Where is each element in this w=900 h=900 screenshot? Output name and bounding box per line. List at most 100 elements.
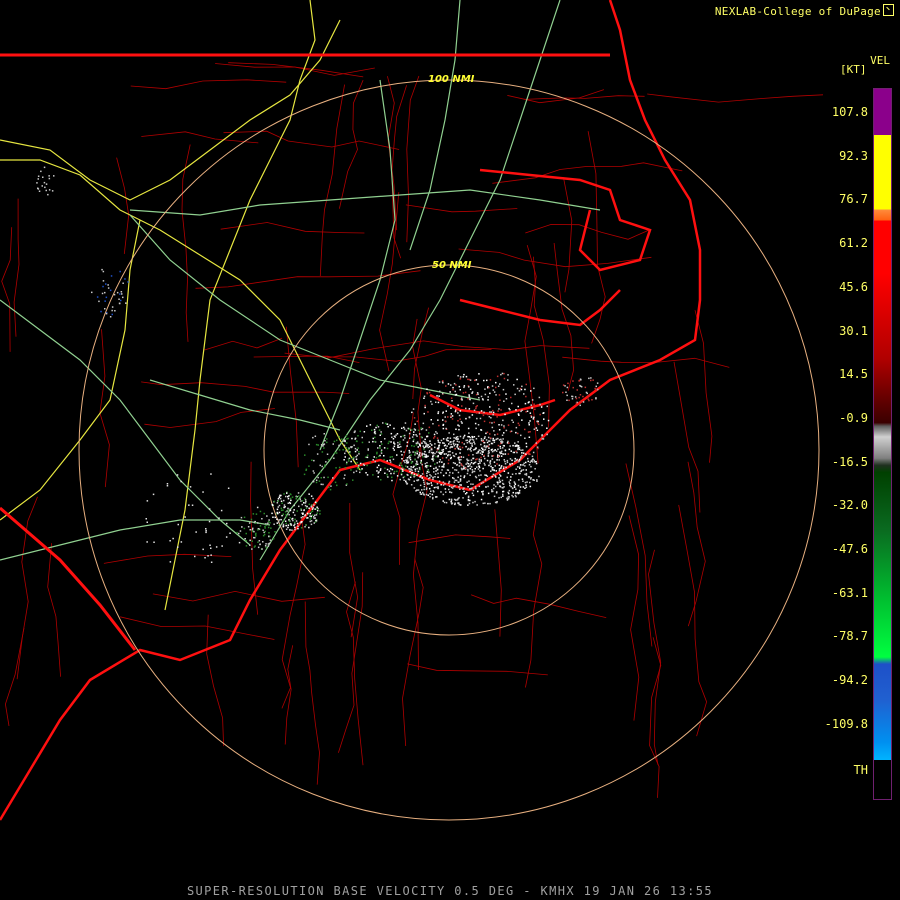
echo-pixel: [319, 464, 321, 467]
echo-pixel: [420, 428, 423, 431]
echo-pixel: [515, 431, 517, 434]
echo-pixel: [507, 453, 510, 455]
echo-pixel: [491, 458, 494, 460]
county-line: [220, 222, 365, 234]
scale-label: 61.2: [839, 236, 868, 251]
echo-pixel: [448, 432, 450, 434]
echo-pixel: [294, 514, 296, 516]
echo-pixel: [590, 379, 592, 382]
echo-pixel: [483, 379, 485, 382]
radar-echoes: [36, 166, 599, 563]
echo-pixel: [508, 492, 510, 495]
echo-pixel: [446, 469, 449, 471]
echo-pixel: [542, 438, 545, 440]
echo-pixel: [451, 415, 454, 417]
echo-pixel: [413, 451, 416, 453]
echo-pixel: [245, 532, 247, 535]
echo-pixel: [494, 465, 496, 467]
county-line: [215, 63, 375, 76]
echo-pixel: [497, 454, 499, 456]
echo-pixel: [404, 437, 406, 439]
echo-pixel: [435, 496, 437, 498]
echo-pixel: [582, 395, 584, 398]
echo-pixel: [294, 526, 296, 529]
echo-pixel: [387, 442, 390, 445]
echo-pixel: [496, 463, 498, 465]
echo-pixel: [423, 446, 425, 449]
echo-pixel: [102, 270, 105, 273]
echo-pixel: [386, 473, 388, 476]
echo-pixel: [374, 436, 376, 439]
echo-pixel: [469, 463, 471, 465]
echo-pixel: [487, 436, 490, 439]
echo-pixel: [346, 442, 348, 444]
echo-pixel: [396, 475, 399, 477]
echo-pixel: [446, 445, 448, 447]
echo-pixel: [191, 504, 194, 506]
echo-pixel: [525, 383, 527, 386]
echo-pixel: [287, 524, 290, 526]
echo-pixel: [290, 523, 292, 525]
echo-pixel: [489, 411, 491, 413]
echo-pixel: [111, 309, 113, 312]
echo-pixel: [449, 437, 452, 439]
echo-pixel: [521, 478, 524, 480]
echo-pixel: [113, 293, 116, 296]
echo-pixel: [580, 379, 582, 381]
echo-pixel: [434, 473, 437, 475]
echo-pixel: [392, 438, 395, 440]
echo-pixel: [448, 474, 451, 477]
echo-pixel: [521, 452, 523, 454]
echo-pixel: [350, 469, 352, 471]
highway-us70: [129, 214, 481, 401]
echo-pixel: [268, 535, 270, 537]
echo-pixel: [441, 457, 444, 459]
echo-pixel: [410, 454, 412, 456]
echo-pixel: [478, 485, 481, 488]
echo-pixel: [530, 390, 532, 392]
echo-pixel: [492, 490, 494, 493]
echo-pixel: [479, 449, 481, 452]
echo-pixel: [377, 426, 380, 428]
echo-pixel: [433, 491, 435, 493]
echo-pixel: [152, 493, 155, 496]
echo-pixel: [428, 450, 431, 452]
echo-pixel: [263, 512, 265, 515]
echo-pixel: [518, 390, 521, 392]
echo-pixel: [500, 466, 502, 468]
echo-pixel: [424, 406, 426, 409]
echo-pixel: [493, 461, 496, 463]
echo-pixel: [461, 397, 463, 399]
echo-pixel: [484, 457, 486, 460]
echo-pixel: [451, 502, 454, 504]
echo-pixel: [257, 541, 259, 543]
echo-pixel: [285, 524, 287, 527]
echo-pixel: [468, 398, 471, 401]
echo-pixel: [576, 389, 578, 391]
echo-pixel: [227, 487, 230, 489]
county-line: [694, 310, 713, 463]
echo-pixel: [426, 487, 428, 489]
echo-pixel: [180, 480, 182, 483]
echo-pixel: [478, 474, 480, 477]
echo-pixel: [414, 470, 417, 472]
echo-pixel: [204, 557, 206, 559]
echo-pixel: [416, 461, 418, 463]
county-line: [181, 144, 191, 342]
echo-pixel: [483, 420, 486, 423]
echo-pixel: [442, 493, 445, 496]
echo-pixel: [488, 443, 491, 446]
echo-pixel: [427, 494, 429, 496]
echo-pixel: [590, 377, 592, 379]
echo-pixel: [518, 414, 520, 416]
echo-pixel: [506, 461, 509, 464]
echo-pixel: [306, 505, 308, 508]
echo-pixel: [287, 526, 289, 529]
echo-pixel: [595, 397, 597, 399]
echo-pixel: [430, 451, 433, 454]
echo-pixel: [566, 386, 569, 389]
echo-pixel: [253, 546, 256, 548]
echo-pixel: [300, 527, 303, 529]
echo-pixel: [457, 424, 459, 426]
echo-pixel: [436, 432, 438, 435]
